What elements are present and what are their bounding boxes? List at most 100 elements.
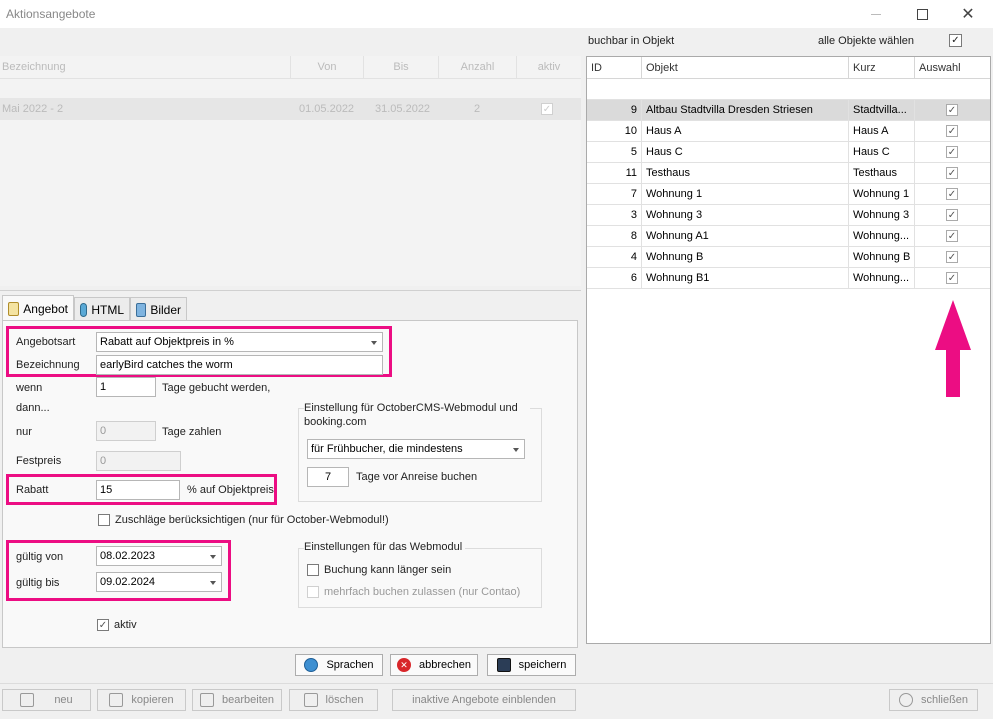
filter-row[interactable] xyxy=(587,79,990,100)
table-row[interactable]: 10 Haus A Haus A ✓ xyxy=(587,121,990,142)
table-row[interactable]: 6 Wohnung B1 Wohnung... ✓ xyxy=(587,268,990,289)
dann-label: dann... xyxy=(16,402,50,414)
festpreis-input[interactable]: 0 xyxy=(96,451,181,471)
speichern-button[interactable]: speichern xyxy=(487,654,576,676)
table-row[interactable]: Mai 2022 - 2 01.05.2022 31.05.2022 2 ✓ xyxy=(0,98,581,120)
copy-icon xyxy=(109,693,124,707)
nur-input[interactable]: 0 xyxy=(96,421,156,441)
alle-objekte-checkbox[interactable]: ✓ xyxy=(949,34,962,47)
sprachen-button[interactable]: Sprachen xyxy=(295,654,383,676)
title-bar: Aktionsangebote ✕ xyxy=(0,0,993,28)
auswahl-checkbox[interactable]: ✓ xyxy=(946,230,958,242)
auswahl-checkbox[interactable]: ✓ xyxy=(946,167,958,179)
tab-html[interactable]: HTML xyxy=(74,297,130,321)
kopieren-button[interactable]: kopieren xyxy=(97,689,186,711)
col-header-aktiv[interactable]: aktiv xyxy=(517,56,581,78)
objects-grid[interactable]: ID Objekt Kurz Auswahl 9 Altbau Stadtvill… xyxy=(586,56,991,644)
auswahl-checkbox[interactable]: ✓ xyxy=(946,104,958,116)
table-row[interactable]: 4 Wohnung B Wohnung B ✓ xyxy=(587,247,990,268)
fruehbucher-value: für Frühbucher, die mindestens xyxy=(311,443,463,455)
mehrfach-label: mehrfach buchen zulassen (nur Contao) xyxy=(324,586,521,598)
bearbeiten-button[interactable]: bearbeiten xyxy=(192,689,282,711)
col-header-kurz[interactable]: Kurz xyxy=(849,57,915,79)
rabatt-suffix: % auf Objektpreis xyxy=(187,484,274,496)
cell-kurz: Stadtvilla... xyxy=(849,100,915,120)
table-row[interactable]: 7 Wohnung 1 Wohnung 1 ✓ xyxy=(587,184,990,205)
gueltig-bis-value: 09.02.2024 xyxy=(100,576,156,588)
table-row[interactable]: 9 Altbau Stadtvilla Dresden Striesen Stadt… xyxy=(587,100,990,121)
table-row[interactable]: 11 Testhaus Testhaus ✓ xyxy=(587,163,990,184)
close-button[interactable]: ✕ xyxy=(945,0,991,28)
cell-id: 9 xyxy=(587,100,642,120)
cell-id: 3 xyxy=(587,205,642,225)
bilder-icon xyxy=(136,302,147,317)
col-header-von[interactable]: Von xyxy=(291,56,364,78)
gueltig-von-date[interactable]: 08.02.2023 xyxy=(96,546,222,566)
schliessen-button[interactable]: schließen xyxy=(889,689,978,711)
gueltig-bis-date[interactable]: 09.02.2024 xyxy=(96,572,222,592)
splitter[interactable] xyxy=(0,290,581,291)
loeschen-button[interactable]: löschen xyxy=(289,689,378,711)
cell-aktiv-checkbox: ✓ xyxy=(541,103,553,115)
col-header-bezeichnung[interactable]: Bezeichnung xyxy=(0,56,291,78)
tab-label: HTML xyxy=(91,302,124,317)
angebotsart-select[interactable]: Rabatt auf Objektpreis in % xyxy=(96,332,383,352)
auswahl-cell: ✓ xyxy=(915,226,990,246)
tage-vor-anreise-input[interactable]: 7 xyxy=(307,467,349,487)
buchbar-label: buchbar in Objekt xyxy=(588,35,675,47)
neu-label: neu xyxy=(54,694,73,706)
save-icon xyxy=(496,658,511,672)
cell-objekt: Wohnung 3 xyxy=(642,205,849,225)
cell-anzahl: 2 xyxy=(474,103,481,115)
tab-angebot[interactable]: Angebot xyxy=(2,295,74,321)
auswahl-checkbox[interactable]: ✓ xyxy=(946,272,958,284)
mehrfach-checkbox[interactable] xyxy=(307,586,319,598)
auswahl-cell: ✓ xyxy=(915,100,990,120)
new-icon xyxy=(20,693,35,707)
cell-kurz: Wohnung... xyxy=(849,226,915,246)
fruehbucher-select[interactable]: für Frühbucher, die mindestens xyxy=(307,439,525,459)
maximize-button[interactable] xyxy=(899,0,945,28)
abbrechen-button[interactable]: ✕ abbrechen xyxy=(390,654,478,676)
aktiv-checkbox[interactable]: ✓ xyxy=(97,619,109,631)
auswahl-checkbox[interactable]: ✓ xyxy=(946,146,958,158)
laenger-checkbox[interactable] xyxy=(307,564,319,576)
auswahl-cell: ✓ xyxy=(915,268,990,288)
laenger-label: Buchung kann länger sein xyxy=(324,564,452,576)
table-row[interactable]: 8 Wohnung A1 Wohnung... ✓ xyxy=(587,226,990,247)
auswahl-cell: ✓ xyxy=(915,247,990,267)
cell-objekt: Wohnung 1 xyxy=(642,184,849,204)
col-header-anzahl[interactable]: Anzahl xyxy=(439,56,517,78)
speichern-label: speichern xyxy=(518,659,567,671)
bottom-divider xyxy=(0,683,993,684)
cell-id: 11 xyxy=(587,163,642,183)
table-row[interactable]: 5 Haus C Haus C ✓ xyxy=(587,142,990,163)
cell-kurz: Haus A xyxy=(849,121,915,141)
angebotsart-label: Angebotsart xyxy=(16,336,76,348)
auswahl-checkbox[interactable]: ✓ xyxy=(946,209,958,221)
bezeichnung-input[interactable]: earlyBird catches the worm xyxy=(96,355,383,375)
col-header-auswahl[interactable]: Auswahl xyxy=(915,57,990,79)
cell-id: 8 xyxy=(587,226,642,246)
cell-objekt: Wohnung B xyxy=(642,247,849,267)
offers-grid[interactable]: Bezeichnung Von Bis Anzahl aktiv Mai 202… xyxy=(0,56,581,286)
gueltig-von-value: 08.02.2023 xyxy=(100,550,156,562)
minimize-button[interactable] xyxy=(853,0,899,28)
rabatt-label: Rabatt xyxy=(16,484,49,496)
col-header-bis[interactable]: Bis xyxy=(364,56,439,78)
chevron-down-icon xyxy=(513,448,519,452)
arrow-up-icon xyxy=(935,300,971,397)
inaktive-angebote-button[interactable]: inaktive Angebote einblenden xyxy=(392,689,576,711)
neu-button[interactable]: neu xyxy=(2,689,91,711)
tab-bilder[interactable]: Bilder xyxy=(130,297,187,321)
zuschlaege-checkbox[interactable] xyxy=(98,514,110,526)
col-header-objekt[interactable]: Objekt xyxy=(642,57,849,79)
auswahl-checkbox[interactable]: ✓ xyxy=(946,188,958,200)
auswahl-checkbox[interactable]: ✓ xyxy=(946,125,958,137)
wenn-input[interactable]: 1 xyxy=(96,377,156,397)
table-row[interactable]: 3 Wohnung 3 Wohnung 3 ✓ xyxy=(587,205,990,226)
rabatt-input[interactable]: 15 xyxy=(96,480,180,500)
auswahl-checkbox[interactable]: ✓ xyxy=(946,251,958,263)
october-group-title: Einstellung für OctoberCMS-Webmodul und … xyxy=(304,401,530,429)
col-header-id[interactable]: ID xyxy=(587,57,642,79)
